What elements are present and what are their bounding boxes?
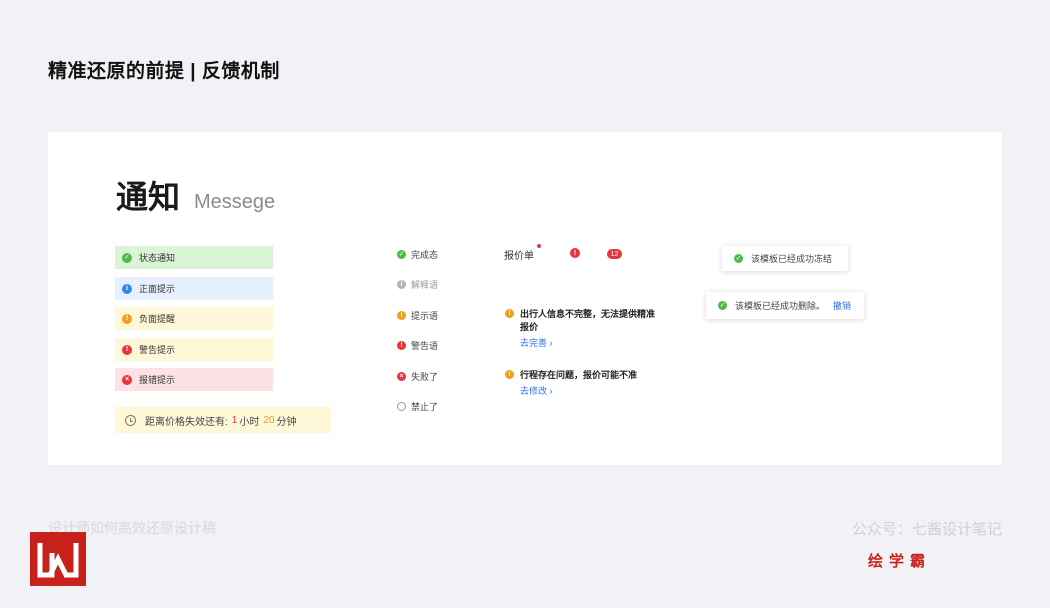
price-expiry-timer: 距离价格失效还有: 1 小时 20 分钟: [115, 407, 331, 433]
complete-info-link[interactable]: 去完善 ›: [520, 336, 655, 349]
timer-hour-unit: 小时: [239, 416, 260, 428]
count-badge: 12: [607, 249, 622, 259]
notice-negative: ! 负面提醒: [115, 307, 273, 330]
warning-circle-icon: !: [505, 309, 514, 318]
tip-text: 行程存在问题，报价可能不准: [520, 370, 638, 380]
toast-delete-text: 该模板已经成功删除。: [735, 301, 826, 311]
alert-circle-icon: !: [397, 341, 406, 350]
check-circle-icon: ✓: [397, 250, 406, 259]
clock-icon: [125, 414, 136, 426]
timer-hours: 1: [231, 414, 238, 426]
status-label: 提示语: [411, 311, 439, 321]
card-title: 通知 Messege: [116, 172, 275, 218]
check-circle-icon: ✓: [718, 301, 727, 310]
error-circle-icon: ×: [122, 374, 132, 385]
info-circle-icon: i: [122, 283, 132, 294]
alert-badge-icon: !: [570, 248, 580, 258]
tip-text-line2: 报价: [520, 322, 539, 332]
modify-link[interactable]: 去修改 ›: [520, 384, 637, 397]
page-title: 精准还原的前提 | 反馈机制: [48, 61, 280, 82]
notice-label: 状态通知: [139, 253, 176, 263]
check-circle-icon: ✓: [122, 252, 132, 263]
quote-text: 报价单: [504, 251, 534, 262]
tip-incomplete-info: ! 出行人信息不完整，无法提供精准 报价 去完善 ›: [505, 308, 655, 349]
toast-delete: ✓ 该模板已经成功删除。 撤销: [706, 292, 864, 319]
toast-freeze: ✓ 该模板已经成功冻结: [722, 246, 848, 271]
forbidden-icon: [397, 402, 406, 411]
card-title-en: Messege: [194, 191, 276, 213]
tip-text-line1: 出行人信息不完整，无法提供精准: [520, 309, 656, 319]
warning-circle-icon: !: [397, 311, 406, 320]
card-title-zh: 通知: [116, 179, 181, 215]
status-forbidden: 禁止了: [397, 400, 438, 413]
footer-right-text: 公众号：七酱设计笔记: [851, 521, 1002, 538]
check-circle-icon: ✓: [734, 254, 743, 263]
status-explain: i 解释语: [397, 278, 438, 291]
status-failed: × 失败了: [397, 370, 438, 383]
red-dot-badge: [537, 244, 541, 248]
notice-label: 负面提醒: [139, 314, 176, 324]
status-label: 完成态: [411, 250, 439, 260]
notice-status: ✓ 状态通知: [115, 246, 273, 269]
alert-circle-icon: !: [122, 344, 132, 355]
warning-circle-icon: !: [505, 370, 514, 379]
timer-prefix: 距离价格失效还有:: [145, 416, 228, 428]
timer-minute-unit: 分钟: [276, 416, 297, 428]
notice-label: 报错提示: [139, 375, 176, 385]
warning-circle-icon: !: [122, 313, 132, 324]
tip-itinerary-issue: ! 行程存在问题，报价可能不准 去修改 ›: [505, 369, 637, 397]
notice-warning: ! 警告提示: [115, 338, 273, 361]
quote-label[interactable]: 报价单: [504, 244, 541, 262]
status-warning: ! 警告语: [397, 339, 438, 352]
brand-name: 绘学霸: [868, 553, 932, 570]
undo-button[interactable]: 撤销: [833, 299, 851, 312]
notice-positive: i 正面提示: [115, 277, 273, 300]
timer-minutes: 20: [263, 414, 275, 426]
status-hint: ! 提示语: [397, 309, 438, 322]
info-circle-icon: i: [397, 280, 406, 289]
logo-mark-icon: [37, 543, 79, 578]
tip-text: 出行人信息不完整，无法提供精准 报价: [520, 308, 655, 334]
notice-label: 正面提示: [139, 284, 176, 294]
status-complete: ✓ 完成态: [397, 248, 438, 261]
notice-label: 警告提示: [139, 345, 176, 355]
brand-logo-icon: [30, 532, 86, 586]
notice-error: × 报错提示: [115, 368, 273, 391]
status-label: 禁止了: [411, 402, 439, 412]
error-circle-icon: ×: [397, 372, 406, 381]
notification-card: 通知 Messege ✓ 状态通知 i 正面提示 ! 负面提醒 ! 警告提示 ×…: [48, 132, 1002, 465]
status-label: 失败了: [411, 372, 439, 382]
status-label: 解释语: [411, 280, 439, 290]
status-label: 警告语: [411, 341, 439, 351]
toast-freeze-text: 该模板已经成功冻结: [751, 254, 833, 264]
